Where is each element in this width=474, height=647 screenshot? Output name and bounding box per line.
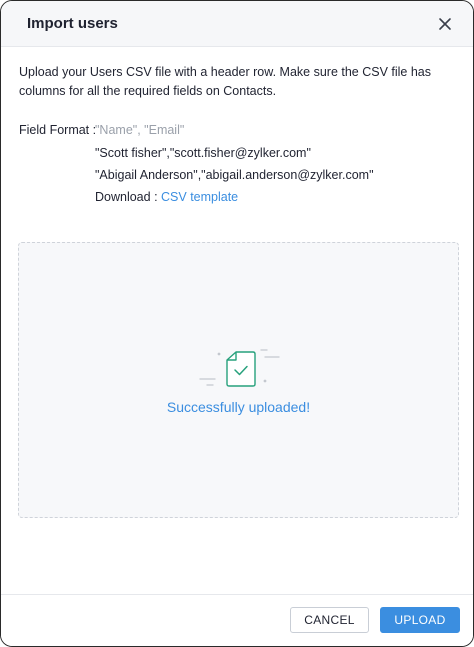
upload-button[interactable]: UPLOAD <box>380 607 460 633</box>
import-users-dialog: Import users Upload your Users CSV file … <box>0 0 474 647</box>
cancel-button[interactable]: CANCEL <box>290 607 369 633</box>
download-row: Download : CSV template <box>95 190 238 204</box>
dialog-footer: CANCEL UPLOAD <box>1 594 473 646</box>
file-check-icon <box>199 349 280 387</box>
example-row-2: "Abigail Anderson","abigail.anderson@zyl… <box>95 168 374 182</box>
example-row-1: "Scott fisher","scott.fisher@zylker.com" <box>95 146 311 160</box>
field-format-value: "Name", "Email" <box>95 123 185 137</box>
upload-status-text: Successfully uploaded! <box>166 399 311 415</box>
close-button[interactable] <box>435 14 455 34</box>
close-icon <box>439 18 451 30</box>
field-format-label: Field Format : <box>19 123 97 137</box>
download-label: Download : <box>95 190 162 204</box>
intro-text: Upload your Users CSV file with a header… <box>19 65 431 98</box>
dialog-header: Import users <box>1 1 473 47</box>
dialog-title: Import users <box>27 15 118 32</box>
dialog-body: Upload your Users CSV file with a header… <box>19 63 459 204</box>
csv-template-link[interactable]: CSV template <box>161 190 238 204</box>
upload-dropzone[interactable]: Successfully uploaded! <box>18 242 459 518</box>
